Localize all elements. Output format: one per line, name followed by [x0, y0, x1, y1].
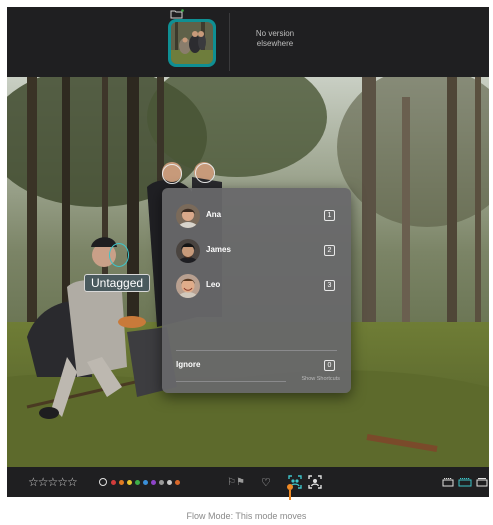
shortcut-key-badge: 2	[324, 245, 335, 256]
color-label-dot[interactable]	[127, 479, 132, 485]
thumbnail-image	[171, 22, 213, 64]
shortcuts-divider	[176, 381, 286, 382]
face-box-button[interactable]	[308, 467, 322, 497]
star-rating[interactable]: ☆☆☆☆☆	[28, 467, 78, 497]
flag-buttons[interactable]: ⚐⚑	[227, 467, 245, 497]
folder-icon	[170, 9, 184, 19]
ignore-option[interactable]: Ignore 0	[162, 357, 351, 375]
shortcut-key-badge: 0	[324, 360, 335, 371]
face-frame-icon	[308, 475, 322, 489]
person-row-james[interactable]: James 2	[162, 235, 351, 269]
untagged-face-label[interactable]: Untagged	[84, 274, 151, 292]
filmstrip: No version elsewhere	[7, 7, 489, 77]
popover-divider	[176, 350, 337, 351]
face-outline[interactable]	[162, 164, 182, 184]
color-label-dot[interactable]	[135, 479, 140, 485]
color-label-dot[interactable]	[143, 479, 148, 485]
person-name: James	[206, 245, 231, 254]
face-outline[interactable]	[195, 163, 215, 183]
grid-layout-icon[interactable]	[458, 477, 472, 487]
photo-viewer[interactable]: Untagged Ana 1 James 2 Leo 3 Ignore 0 Sh…	[7, 77, 489, 467]
color-label-dot[interactable]	[119, 479, 124, 485]
color-label-dot[interactable]	[159, 479, 164, 485]
selected-thumbnail[interactable]	[168, 19, 216, 67]
filmstrip-divider	[229, 13, 230, 71]
untagged-face-outline[interactable]	[109, 243, 129, 267]
person-name: Leo	[206, 280, 221, 289]
bottom-toolbar: ☆☆☆☆☆ ⚐⚑ ♡	[7, 467, 489, 497]
person-name: Ana	[206, 210, 222, 219]
heart-icon[interactable]: ♡	[261, 467, 271, 497]
color-label-picker[interactable]	[99, 467, 183, 497]
color-label-dot[interactable]	[167, 479, 172, 485]
avatar	[176, 274, 200, 298]
no-version-label: No version elsewhere	[255, 29, 295, 48]
shortcut-key-badge: 1	[324, 210, 335, 221]
flow-mode-pointer-line	[289, 490, 291, 500]
avatar	[176, 239, 200, 263]
person-row-ana[interactable]: Ana 1	[162, 200, 351, 234]
person-row-leo[interactable]: Leo 3	[162, 270, 351, 304]
app-window: No version elsewhere Untagged Ana 1 Jame…	[7, 7, 489, 497]
color-label-dot[interactable]	[151, 479, 156, 485]
compare-layout-icon[interactable]	[476, 477, 488, 487]
show-shortcuts-row[interactable]: Show Shortcuts	[162, 375, 351, 387]
filmstrip-layout-icon[interactable]	[442, 477, 454, 487]
people-popover: Ana 1 James 2 Leo 3 Ignore 0 Show Shortc…	[162, 188, 351, 393]
no-color-label[interactable]	[99, 478, 107, 486]
shortcut-key-badge: 3	[324, 280, 335, 291]
show-shortcuts-link[interactable]: Show Shortcuts	[301, 376, 340, 382]
ignore-label: Ignore	[176, 360, 201, 369]
color-label-dot[interactable]	[111, 479, 116, 485]
caption-text: Flow Mode: This mode moves	[186, 511, 307, 521]
layout-buttons	[442, 467, 488, 497]
color-label-dot[interactable]	[175, 479, 180, 485]
avatar	[176, 204, 200, 228]
